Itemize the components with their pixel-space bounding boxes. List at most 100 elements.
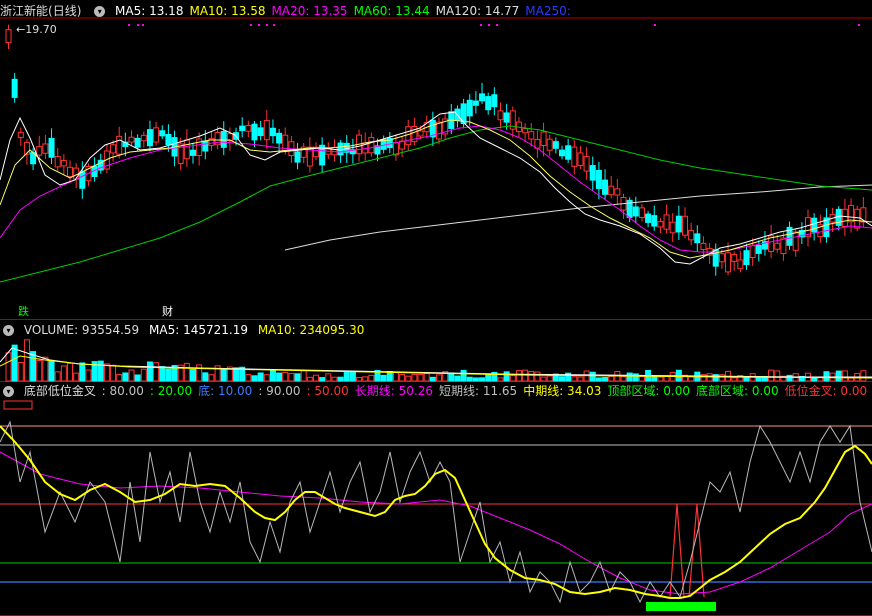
chevron-down-icon[interactable]: ▾: [3, 386, 14, 397]
candle-body: [67, 166, 73, 178]
candle-body: [5, 29, 12, 44]
candle-body: [42, 143, 49, 154]
indicator-chart-svg: [0, 400, 872, 616]
candle-body: [854, 208, 861, 229]
signal-dot: [488, 24, 490, 26]
volume-bar: [245, 374, 252, 382]
candle-body: [571, 146, 578, 167]
candle-body: [614, 188, 621, 196]
volume-bar: [638, 376, 645, 382]
candle-body: [559, 149, 565, 157]
candle-body: [811, 217, 818, 233]
candle-body: [479, 93, 486, 102]
volume-bar: [841, 370, 848, 382]
candle-body: [17, 131, 24, 139]
candle-body: [220, 130, 227, 148]
signal-dot: [480, 24, 482, 26]
candle-body: [552, 141, 559, 149]
volume-bar: [282, 371, 289, 382]
volume-bar: [263, 374, 270, 382]
candle-body: [466, 99, 473, 117]
candle-body: [11, 78, 18, 98]
volume-bar: [657, 376, 664, 382]
volume-bar: [349, 371, 356, 382]
volume-bar: [196, 364, 203, 382]
volume-bar: [165, 368, 172, 382]
candle-body: [245, 125, 252, 132]
candle-body: [645, 213, 652, 223]
volume-bar: [110, 364, 117, 382]
volume-bar: [718, 374, 725, 382]
volume-bar: [571, 376, 578, 382]
candle-body: [522, 128, 529, 134]
volume-bar: [823, 371, 830, 382]
candle-body: [269, 127, 276, 137]
volume-legend: ▾ VOLUME: 93554.59 MA5: 145721.19 MA10: …: [0, 322, 370, 338]
period-label: (日线): [48, 4, 82, 18]
marker-cai: 财: [162, 305, 173, 318]
candle-body: [159, 130, 166, 137]
candle-body: [602, 179, 609, 195]
volume-bar: [343, 370, 350, 382]
ma60-line: [0, 125, 872, 283]
volume-bar: [257, 372, 264, 382]
volume-bar: [534, 371, 541, 382]
signal-dot: [266, 24, 268, 26]
volume-bar: [497, 377, 504, 382]
volume-bar: [356, 376, 363, 382]
candle-body: [731, 254, 738, 262]
golden-cross-spikes: [669, 503, 705, 598]
volume-bar: [73, 372, 80, 382]
volume-bar: [466, 376, 473, 382]
volume-bar: [595, 377, 602, 382]
signal-dot: [258, 24, 260, 26]
candle-body: [675, 215, 682, 233]
candle-body: [134, 137, 141, 148]
volume-bar: [448, 372, 455, 382]
volume-bar: [128, 369, 135, 382]
candle-body: [257, 127, 264, 137]
indicator-name: 底部低位金叉: [23, 384, 96, 398]
volume-bar: [485, 373, 492, 382]
volume-bar: [331, 376, 338, 382]
volume-bar: [67, 362, 73, 382]
signal-dot: [137, 24, 139, 26]
volume-bar: [688, 376, 695, 382]
volume-bar: [411, 373, 418, 382]
indicator-param: 中期线: 34.03: [523, 384, 602, 398]
volume-bar: [288, 372, 295, 382]
volume-bar: [835, 370, 842, 382]
volume-bar: [11, 344, 18, 382]
candle-body: [128, 136, 135, 143]
volume-bar: [528, 370, 535, 382]
indicator-param: 长期线: 50.26: [354, 384, 433, 398]
volume-bar: [731, 377, 738, 382]
volume-bar: [405, 375, 412, 382]
candle-body: [688, 229, 695, 241]
price-chart[interactable]: [0, 0, 872, 320]
candle-body: [140, 134, 147, 142]
volume-bar: [392, 371, 399, 382]
chevron-down-icon[interactable]: ▾: [3, 325, 14, 336]
candle-body: [848, 204, 855, 223]
candle-body: [190, 149, 196, 156]
chevron-down-icon[interactable]: ▾: [94, 6, 106, 17]
volume-bar: [712, 374, 719, 382]
volume-bar: [153, 362, 160, 382]
volume-bar: [30, 351, 37, 382]
signal-dot: [654, 24, 656, 26]
candle-body: [737, 259, 744, 270]
signal-dot: [496, 24, 498, 26]
candle-body: [749, 245, 756, 259]
indicator-param: 底部区域: 0.00: [696, 384, 779, 398]
volume-bar: [313, 374, 319, 382]
volume-bar: [436, 374, 442, 382]
stock-name: 浙江新能: [0, 4, 49, 18]
volume-bar: [54, 371, 61, 382]
ma-legend-item: MA60: 13.44: [353, 4, 430, 18]
candle-body: [116, 135, 123, 155]
candle-body: [36, 146, 43, 156]
indicator-chart[interactable]: [0, 382, 872, 616]
candle-body: [780, 237, 787, 255]
candle-body: [663, 214, 670, 230]
